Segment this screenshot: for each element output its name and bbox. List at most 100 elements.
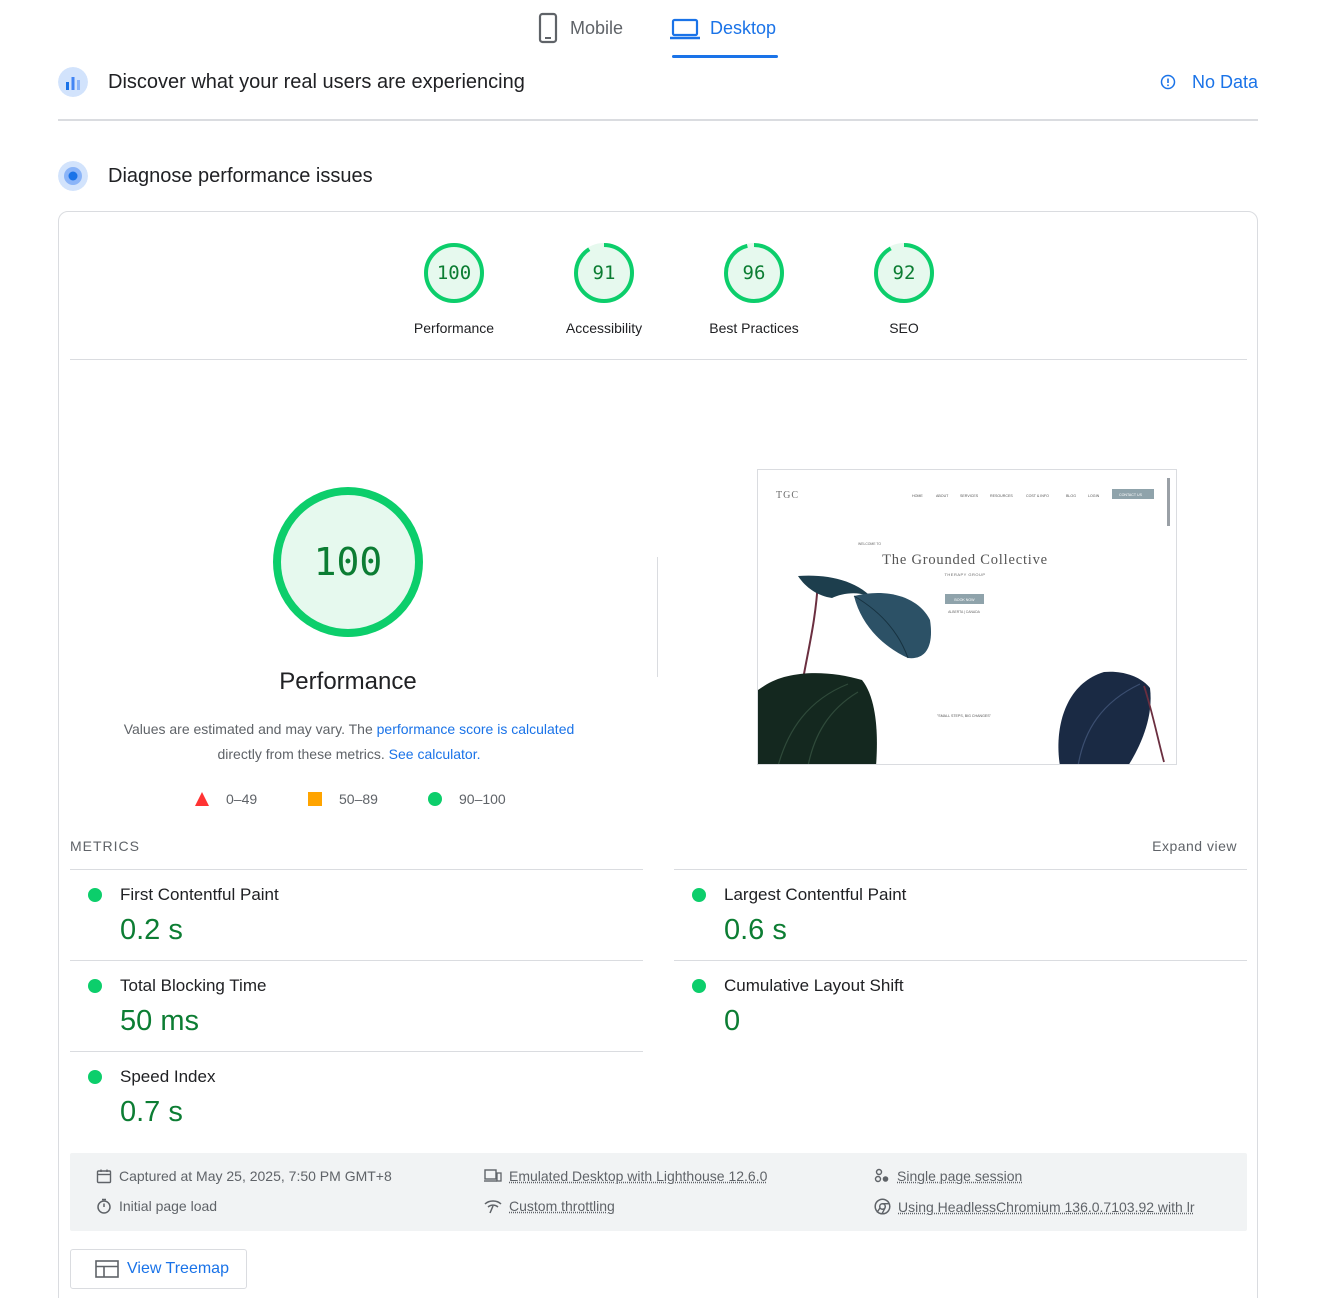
throttling-info[interactable]: Custom throttling: [484, 1198, 615, 1214]
pass-dot-icon: [692, 888, 706, 902]
pass-dot-icon: [88, 888, 102, 902]
performance-description: Values are estimated and may vary. The p…: [89, 717, 609, 767]
phone-icon: [538, 12, 558, 44]
gauge-performance[interactable]: 100 Performance: [379, 242, 529, 336]
run-info-panel: Captured at May 25, 2025, 7:50 PM GMT+8 …: [70, 1153, 1247, 1231]
device-text: Emulated Desktop with Lighthouse 12.6.0: [509, 1168, 768, 1184]
legend-pass-label: 90–100: [459, 791, 506, 807]
metric-cls: Cumulative Layout Shift 0: [674, 961, 1244, 1051]
device-info[interactable]: Emulated Desktop with Lighthouse 12.6.0: [484, 1168, 767, 1184]
pass-dot-icon: [88, 979, 102, 993]
expand-view-button[interactable]: Expand view: [1152, 838, 1237, 854]
site-nav-item: COST & INFO: [1026, 494, 1049, 498]
pass-dot-icon: [692, 979, 706, 993]
gauge-value: 92: [892, 262, 916, 284]
captured-text: Captured at May 25, 2025, 7:50 PM GMT+8: [119, 1168, 392, 1184]
lab-target-icon: [58, 161, 88, 191]
site-contact-button: CONTACT US: [1119, 493, 1143, 497]
site-welcome: WELCOME TO: [858, 542, 881, 546]
timer-icon: [97, 1198, 111, 1214]
gauge-seo[interactable]: 92 SEO: [829, 242, 979, 336]
metric-fcp: First Contentful Paint 0.2 s: [70, 870, 640, 960]
gauge-value: 100: [436, 262, 472, 284]
circle-icon: [428, 792, 442, 806]
info-icon: [1160, 74, 1176, 90]
no-data-link[interactable]: No Data: [1160, 64, 1258, 100]
diagnose-title: Diagnose performance issues: [108, 164, 373, 187]
metric-value: 0.6 s: [724, 914, 787, 946]
see-calculator-link[interactable]: See calculator.: [389, 746, 481, 762]
tab-desktop-label: Desktop: [710, 18, 777, 38]
metric-value: 0: [724, 1005, 741, 1037]
final-screenshot[interactable]: TGC HOME ABOUT SERVICES RESOURCES COST &…: [757, 469, 1177, 765]
metric-lcp: Largest Contentful Paint 0.6 s: [674, 870, 1244, 960]
triangle-icon: [195, 792, 209, 806]
people-icon: [874, 1168, 889, 1183]
metric-name: Cumulative Layout Shift: [724, 976, 904, 995]
signal-icon: [484, 1200, 502, 1214]
website-thumbnail: TGC HOME ABOUT SERVICES RESOURCES COST &…: [758, 470, 1176, 764]
tab-desktop[interactable]: Desktop: [670, 12, 779, 58]
square-icon: [308, 792, 322, 806]
site-location: ALBERTA | CANADA: [948, 610, 981, 614]
gauge-label: Accessibility: [565, 320, 643, 336]
browser-text: Using HeadlessChromium 136.0.7103.92 wit…: [898, 1198, 1195, 1215]
site-nav-item: SERVICES: [960, 494, 979, 498]
legend-fail: 0–49: [195, 791, 257, 807]
gauge-label: SEO: [889, 320, 919, 336]
performance-title: Performance: [279, 668, 417, 695]
users-chart-icon: [58, 67, 88, 97]
chrome-icon: [874, 1198, 891, 1215]
throttling-text: Custom throttling: [509, 1198, 615, 1214]
calendar-icon: [96, 1169, 112, 1184]
score-gauges: 100 Performance 91 Accessibility 96 Best…: [379, 242, 939, 342]
pass-dot-icon: [88, 1070, 102, 1084]
lighthouse-report-card: 100 Performance 91 Accessibility 96 Best…: [58, 211, 1258, 1298]
legend-pass: 90–100: [428, 791, 506, 807]
site-title: The Grounded Collective: [882, 552, 1048, 568]
score-calculated-link[interactable]: performance score is calculated: [377, 721, 575, 737]
site-logo: TGC: [776, 490, 799, 501]
load-info: Initial page load: [96, 1198, 217, 1214]
load-text: Initial page load: [119, 1198, 218, 1214]
desc-text: Values are estimated and may vary. The: [123, 721, 377, 737]
devices-icon: [484, 1169, 502, 1182]
site-nav-item: HOME: [912, 494, 923, 498]
laptop-icon: [670, 18, 700, 40]
view-treemap-button[interactable]: View Treemap: [70, 1249, 247, 1289]
metric-name: Total Blocking Time: [120, 976, 267, 995]
metric-value: 0.7 s: [120, 1096, 183, 1128]
session-text: Single page session: [897, 1168, 1023, 1184]
legend-fail-label: 0–49: [226, 791, 258, 807]
field-data-header: Discover what your real users are experi…: [58, 64, 1258, 100]
metric-name: Largest Contentful Paint: [724, 885, 907, 904]
score-legend: 0–49 50–89 90–100: [195, 791, 525, 811]
view-treemap-label: View Treemap: [127, 1260, 229, 1277]
section-divider: [58, 119, 1258, 121]
metric-name: Speed Index: [120, 1067, 216, 1086]
performance-score-large: 100: [313, 540, 383, 584]
gauge-value: 96: [742, 262, 766, 284]
gauge-label: Best Practices: [709, 320, 799, 336]
session-info[interactable]: Single page session: [874, 1168, 1022, 1184]
metric-value: 50 ms: [120, 1005, 199, 1037]
legend-average-label: 50–89: [339, 791, 378, 807]
legend-average: 50–89: [308, 791, 378, 807]
gauge-best-practices[interactable]: 96 Best Practices: [679, 242, 829, 336]
captured-info: Captured at May 25, 2025, 7:50 PM GMT+8: [96, 1168, 392, 1184]
tab-mobile[interactable]: Mobile: [536, 12, 623, 58]
field-data-title: Discover what your real users are experi…: [108, 70, 525, 93]
browser-info[interactable]: Using HeadlessChromium 136.0.7103.92 wit…: [874, 1198, 1194, 1215]
vertical-divider: [657, 557, 658, 677]
site-nav-item: LOGIN: [1088, 494, 1100, 498]
tab-mobile-label: Mobile: [570, 18, 624, 38]
no-data-label: No Data: [1191, 71, 1258, 92]
metric-speed-index: Speed Index 0.7 s: [70, 1052, 640, 1142]
site-nav-item: RESOURCES: [990, 494, 1013, 498]
site-tagline: "SMALL STEPS, BIG CHANGES": [937, 714, 992, 718]
gauge-accessibility[interactable]: 91 Accessibility: [529, 242, 679, 336]
metric-value: 0.2 s: [120, 914, 183, 946]
gauge-label: Performance: [413, 320, 495, 336]
site-subtitle: THERAPY GROUP: [944, 572, 985, 577]
site-book-button: BOOK NOW: [954, 598, 975, 602]
